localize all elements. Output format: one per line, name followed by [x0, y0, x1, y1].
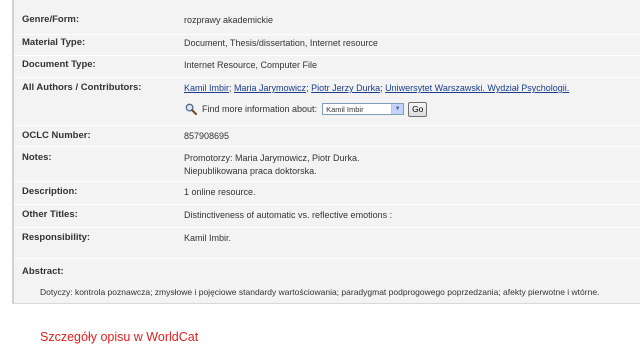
genre-value: rozprawy akademickie [184, 15, 274, 25]
responsibility-value: Kamil Imbir. [184, 233, 232, 243]
material-type-value: Document, Thesis/dissertation, Internet … [184, 38, 378, 48]
author-select-value: Kamil Imbir [326, 104, 364, 114]
authors-list: Kamil Imbir; Maria Jarymowicz; Piotr Jer… [184, 83, 569, 93]
notes-line-2: Niepublikowana praca doktorska. [184, 166, 317, 176]
authors-label: All Authors / Contributors: [22, 82, 142, 93]
description-label: Description: [22, 186, 78, 197]
row-divider [14, 181, 640, 182]
chevron-down-icon[interactable]: ▼ [391, 104, 404, 114]
other-titles-label: Other Titles: [22, 209, 78, 220]
material-type-label: Material Type: [22, 37, 86, 48]
document-type-label: Document Type: [22, 59, 96, 70]
genre-label: Genre/Form: [22, 14, 80, 25]
find-more-label: Find more information about: [202, 104, 318, 114]
author-select[interactable]: Kamil Imbir ▼ [322, 103, 405, 115]
author-link-durka[interactable]: Piotr Jerzy Durka [311, 83, 380, 93]
row-divider [14, 146, 640, 147]
go-button[interactable]: Go [408, 101, 428, 117]
author-link-jarymowicz[interactable]: Maria Jarymowicz [234, 83, 306, 93]
panel-bottom-border [12, 303, 640, 304]
abstract-label: Abstract: [22, 266, 64, 277]
row-divider [14, 125, 640, 126]
description-value: 1 online resource. [184, 187, 256, 197]
row-divider [14, 227, 640, 228]
row-divider [14, 55, 640, 56]
oclc-value: 857908695 [184, 131, 230, 141]
find-more-info: Find more information about: Kamil Imbir… [185, 101, 428, 117]
author-link-imbir[interactable]: Kamil Imbir [184, 83, 229, 93]
document-type-value: Internet Resource, Computer File [184, 60, 318, 70]
other-titles-value: Distinctiveness of automatic vs. reflect… [184, 210, 393, 220]
magnifier-icon [185, 103, 197, 115]
notes-line-1: Promotorzy: Maria Jarymowicz, Piotr Durk… [184, 153, 360, 163]
worldcat-details-link[interactable]: Szczegóły opisu w WorldCat [40, 330, 198, 344]
abstract-text: Dotyczy: kontrola poznawcza; zmysłowe i … [40, 287, 600, 297]
responsibility-label: Responsibility: [22, 232, 91, 243]
row-divider [14, 34, 640, 35]
row-divider [14, 258, 640, 259]
author-separator: ; [380, 83, 383, 93]
row-divider [14, 204, 640, 205]
author-separator: ; [229, 83, 232, 93]
notes-label: Notes: [22, 152, 52, 163]
author-link-uw-psychology[interactable]: Uniwersytet Warszawski. Wydział Psycholo… [385, 83, 569, 93]
row-divider [14, 77, 640, 78]
oclc-label: OCLC Number: [22, 130, 91, 141]
author-separator: ; [306, 83, 309, 93]
